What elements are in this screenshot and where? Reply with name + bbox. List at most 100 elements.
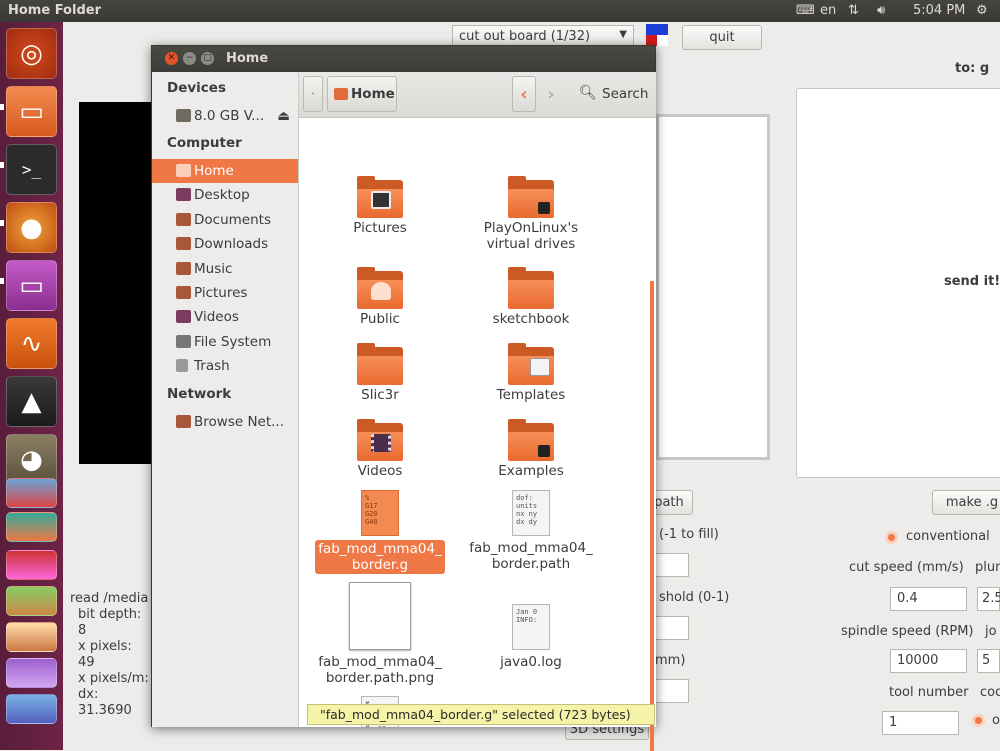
file-item-border-png[interactable]: fab_mod_mma04_ border.path.png <box>315 582 445 686</box>
file-item-public[interactable]: Public <box>315 267 445 327</box>
quit-button[interactable]: quit <box>682 25 762 50</box>
conventional-radio[interactable] <box>885 531 898 544</box>
file-item-label: Public <box>360 311 400 327</box>
sidebar-item-documents[interactable]: Documents <box>152 208 298 232</box>
path-button-home[interactable]: Home <box>327 76 397 112</box>
path-scroll-left-button[interactable]: · <box>303 76 323 112</box>
file-item-playonlinux[interactable]: PlayOnLinux's virtual drives <box>466 176 596 252</box>
threshold-field[interactable] <box>655 616 689 640</box>
pictures-emblem-icon <box>371 191 391 209</box>
file-item-videos[interactable]: Videos <box>315 419 445 479</box>
jog-label: jo <box>985 624 997 639</box>
plunge-label: plun <box>975 560 1000 575</box>
files-icon[interactable]: ▭ <box>6 86 57 137</box>
folder-icon <box>508 419 554 461</box>
sidebar-item-desktop[interactable]: Desktop <box>152 183 298 207</box>
sidebar-item-trash[interactable]: Trash <box>152 354 298 378</box>
sidebar-item-label: Desktop <box>194 187 250 203</box>
spindle-label: spindle speed (RPM) <box>841 624 974 639</box>
keyboard-icon[interactable]: ⌨ <box>796 3 815 18</box>
file-item-java-log[interactable]: Jan 0 INFO: java0.log <box>466 604 596 670</box>
file-item-label: fab_mod_mma04_ border.path.png <box>318 654 442 686</box>
folder-icon <box>357 176 403 218</box>
keyboard-layout[interactable]: en <box>820 3 836 18</box>
gear-icon[interactable]: ⚙ <box>976 3 988 18</box>
app-icon[interactable] <box>6 658 57 688</box>
network-arrows-icon[interactable]: ⇅ <box>848 3 859 18</box>
file-chooser-dialog: ✕ − □ Home Devices 8.0 GB V... ⏏ Compute… <box>151 45 656 751</box>
file-item-border-path[interactable]: dof: units nx ny dx dy fab_mod_mma04_ bo… <box>466 490 596 572</box>
home-icon <box>334 88 348 100</box>
app-icon[interactable] <box>6 550 57 580</box>
display-icon[interactable]: ▭ <box>6 260 57 311</box>
sidebar-item-downloads[interactable]: Downloads <box>152 232 298 256</box>
app-icon[interactable] <box>6 586 57 616</box>
file-item-slic3r[interactable]: Slic3r <box>315 343 445 403</box>
inkscape-icon[interactable]: ▲ <box>6 376 57 427</box>
spindle-field[interactable]: 10000 <box>890 649 967 673</box>
sidebar-item-label: Trash <box>194 358 230 374</box>
scrollbar[interactable] <box>650 281 654 751</box>
file-item-label: Videos <box>357 463 403 479</box>
terminal-icon[interactable]: >_ <box>6 144 57 195</box>
forward-button[interactable]: › <box>539 76 563 112</box>
sidebar-item-videos[interactable]: Videos <box>152 305 298 329</box>
sidebar-item-home[interactable]: Home <box>152 159 298 183</box>
make-g-button[interactable]: make .g <box>932 490 1000 515</box>
sidebar-item-file-system[interactable]: File System <box>152 330 298 354</box>
network-icon <box>176 415 191 428</box>
desktop-icon <box>176 188 191 201</box>
devices-heading: Devices <box>167 80 226 96</box>
firefox-icon[interactable]: ● <box>6 202 57 253</box>
file-item-border-g[interactable]: % G17 G20 G40 fab_mod_mma04_ border.g <box>315 490 445 574</box>
info-line: read /media <box>70 591 149 606</box>
sidebar-item-label: Videos <box>194 309 239 325</box>
volume-icon[interactable]: 🔊︎ <box>877 3 885 18</box>
close-icon[interactable]: ✕ <box>165 52 178 65</box>
path-button-label: Home <box>351 86 395 102</box>
tool-number-field[interactable]: 1 <box>882 711 959 735</box>
jog-field[interactable]: 5 <box>977 649 1000 673</box>
search-label[interactable]: Search <box>602 86 648 102</box>
file-item-label: PlayOnLinux's virtual drives <box>483 220 579 252</box>
sidebar-item-usb-drive[interactable]: 8.0 GB V... ⏏ <box>152 104 298 128</box>
tool-number-label: tool number <box>889 685 969 700</box>
file-item-label: fab_mod_mma04_ border.path <box>469 540 593 572</box>
mm-label: mm) <box>655 653 686 668</box>
minimize-icon[interactable]: − <box>183 52 196 65</box>
clock[interactable]: 5:04 PM <box>913 3 965 18</box>
sidebar-item-label: Home <box>194 163 234 179</box>
maximize-icon[interactable]: □ <box>201 52 214 65</box>
app-icon[interactable] <box>6 694 57 724</box>
app-icon[interactable] <box>6 512 57 542</box>
diameter-field[interactable] <box>655 679 689 703</box>
option-radio[interactable] <box>972 714 985 727</box>
sidebar-item-music[interactable]: Music <box>152 257 298 281</box>
file-item-examples[interactable]: Examples <box>466 419 596 479</box>
offset-field[interactable] <box>655 553 689 577</box>
pictures-icon <box>176 286 191 299</box>
mode-select-value: cut out board (1/32) <box>459 29 591 44</box>
file-item-sketchbook[interactable]: sketchbook <box>466 267 596 327</box>
cut-speed-field[interactable]: 0.4 <box>890 587 967 611</box>
image-thumbnail <box>349 582 411 650</box>
ubuntu-dash-icon[interactable]: ◎ <box>6 28 57 79</box>
search-icon[interactable]: 🔍︎ <box>579 85 597 101</box>
file-item-templates[interactable]: Templates <box>466 343 596 403</box>
eject-icon[interactable]: ⏏ <box>277 104 290 128</box>
usb-drive-icon <box>176 109 191 122</box>
file-item-pictures[interactable]: Pictures <box>315 176 445 236</box>
top-panel: Home Folder ⌨ en ⇅ 🔊︎ 5:04 PM ⚙ <box>0 0 1000 22</box>
dialog-titlebar[interactable]: ✕ − □ Home <box>152 46 655 72</box>
plunge-field[interactable]: 2.5 <box>977 587 1000 611</box>
person-emblem-icon <box>371 282 391 300</box>
app-icon[interactable] <box>6 478 57 508</box>
file-item-label: Templates <box>496 387 566 403</box>
send-panel[interactable]: send it! <box>796 88 1000 478</box>
app-icon[interactable] <box>6 622 57 652</box>
sidebar-item-browse-network[interactable]: Browse Net... <box>152 410 298 434</box>
sidebar-item-pictures[interactable]: Pictures <box>152 281 298 305</box>
orange-app-icon[interactable]: ∿ <box>6 318 57 369</box>
back-button[interactable]: ‹ <box>512 76 536 112</box>
conventional-label: conventional <box>906 529 990 544</box>
